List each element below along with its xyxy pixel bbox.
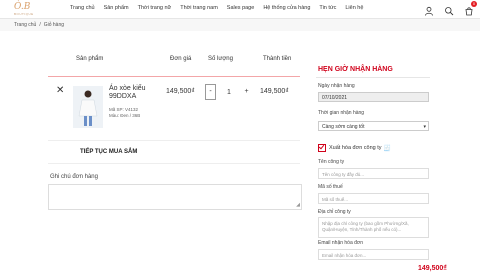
- delivery-divider: [316, 77, 430, 78]
- breadcrumb-current: Giỏ hàng: [43, 22, 65, 28]
- invoice-label: Xuất hóa đơn công ty: [329, 145, 382, 151]
- cart-icon[interactable]: 0: [464, 1, 477, 16]
- quantity-value[interactable]: 1: [216, 89, 242, 96]
- nav-contact[interactable]: Liên hệ: [345, 5, 363, 11]
- breadcrumb-bar: Trang chủ / Giỏ hàng: [0, 19, 480, 31]
- tax-code-label: Mã số thuế: [318, 184, 343, 190]
- nav-products[interactable]: Sản phẩm: [104, 5, 129, 11]
- product-name[interactable]: Áo xòe kiểu 99DDXA: [109, 85, 159, 101]
- header-actions: 0: [424, 1, 477, 16]
- product-code: Mã SP: V4132: [109, 107, 139, 112]
- invoice-icon: 🧾: [383, 145, 392, 152]
- tax-code-input[interactable]: Mã số thuế...: [318, 193, 429, 204]
- invoice-email-input[interactable]: Email nhận hóa đơn...: [318, 249, 429, 260]
- header-price: Đơn giá: [170, 56, 192, 62]
- site-header: Ò.B BOUTIQUE Trang chủ Sản phẩm Thời tra…: [0, 0, 480, 19]
- company-name-input[interactable]: Tên công ty đầy đủ...: [318, 168, 429, 179]
- cart-table-header: Sản phẩm Đơn giá Số lượng Thành tiền: [48, 53, 300, 75]
- nav-news[interactable]: Tin tức: [319, 5, 336, 11]
- breadcrumb: Trang chủ / Giỏ hàng: [14, 22, 64, 28]
- breadcrumb-home[interactable]: Trang chủ: [14, 22, 36, 28]
- increase-qty-button[interactable]: +: [242, 85, 251, 99]
- product-variant: Màu: Đen / 36B: [109, 113, 141, 118]
- order-note-input[interactable]: ◢: [48, 184, 302, 210]
- delivery-title: HẸN GIỜ NHẬN HÀNG: [318, 66, 393, 73]
- unit-price: 149,500₫: [166, 88, 195, 95]
- header-product: Sản phẩm: [76, 56, 104, 62]
- search-icon[interactable]: [444, 3, 454, 16]
- product-image[interactable]: [73, 86, 103, 128]
- resize-handle-icon[interactable]: ◢: [296, 202, 300, 208]
- grand-total: 149,500₫: [418, 265, 447, 272]
- company-name-label: Tên công ty: [318, 159, 345, 165]
- remove-item-icon[interactable]: ✕: [56, 86, 64, 96]
- cart-count-badge: 0: [471, 1, 477, 7]
- divider: [48, 140, 300, 141]
- header-divider: [48, 76, 300, 77]
- delivery-time-select[interactable]: Càng sớm càng tốt ▾: [318, 121, 429, 131]
- decrease-qty-button[interactable]: -: [205, 84, 216, 100]
- checkbox-checked-icon[interactable]: [318, 144, 326, 152]
- invoice-email-label: Email nhận hóa đơn: [318, 240, 363, 246]
- delivery-date-value: 07/10/2021: [322, 95, 348, 101]
- user-icon[interactable]: [424, 3, 434, 16]
- delivery-date-label: Ngày nhận hàng: [318, 83, 355, 89]
- divider: [48, 163, 300, 164]
- nav-home[interactable]: Trang chủ: [70, 5, 95, 11]
- company-address-label: Địa chỉ công ty: [318, 209, 351, 215]
- delivery-time-label: Thời gian nhận hàng: [318, 110, 365, 116]
- nav-stores[interactable]: Hệ thống cửa hàng: [263, 5, 310, 11]
- logo-mark: Ò.B: [14, 2, 31, 12]
- company-address-input[interactable]: Nhập địa chỉ công ty (bao gồm Phường/Xã,…: [318, 217, 429, 238]
- main-nav: Trang chủ Sản phẩm Thời trang nữ Thời tr…: [70, 5, 372, 11]
- breadcrumb-separator: /: [39, 22, 41, 28]
- quantity-stepper: - 1 +: [205, 84, 251, 100]
- chevron-down-icon: ▾: [423, 124, 426, 130]
- continue-shopping-link[interactable]: TIẾP TỤC MUA SẮM: [80, 149, 137, 155]
- invoice-checkbox[interactable]: Xuất hóa đơn công ty 🧾: [318, 144, 391, 152]
- line-total: 149,500₫: [260, 88, 289, 95]
- nav-sales[interactable]: Sales page: [227, 5, 255, 11]
- delivery-date-input[interactable]: 07/10/2021: [318, 92, 429, 102]
- delivery-time-value: Càng sớm càng tốt: [322, 124, 365, 130]
- nav-women[interactable]: Thời trang nữ: [138, 5, 172, 11]
- header-qty: Số lượng: [208, 56, 233, 62]
- header-total: Thành tiền: [263, 56, 292, 62]
- nav-men[interactable]: Thời trang nam: [180, 5, 218, 11]
- logo-subtitle: BOUTIQUE: [14, 12, 34, 16]
- logo[interactable]: Ò.B BOUTIQUE: [14, 2, 42, 16]
- order-note-label: Ghi chú đơn hàng: [50, 174, 98, 180]
